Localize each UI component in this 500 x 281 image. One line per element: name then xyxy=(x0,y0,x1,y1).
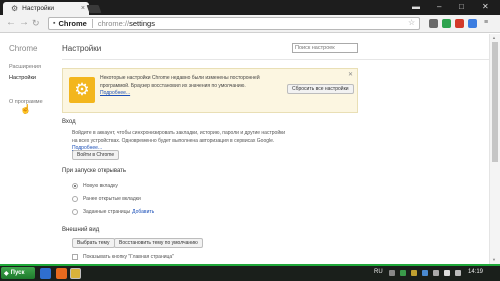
address-bar[interactable]: ▪ Chrome chrome:// settings xyxy=(48,17,420,30)
page-icon: ▪ xyxy=(53,20,56,27)
omnibox-separator xyxy=(91,19,93,28)
startup-option-pages[interactable]: Заданные страницы Добавить xyxy=(72,209,154,215)
radio-label: Ранее открытые вкладки xyxy=(83,196,141,202)
sidebar-brand: Chrome xyxy=(9,44,38,53)
tab-close-icon[interactable]: × xyxy=(81,5,85,12)
firefox-icon[interactable] xyxy=(56,268,67,279)
chrome-icon[interactable] xyxy=(70,268,81,279)
sidebar-item-extensions[interactable]: Расширения xyxy=(9,64,41,70)
tray-icon[interactable] xyxy=(455,270,461,276)
omnibox-scheme: Chrome xyxy=(58,19,87,28)
windows-flag-icon: ◆ xyxy=(4,270,9,277)
scroll-down-icon[interactable]: ▼ xyxy=(492,257,496,262)
ie-icon[interactable] xyxy=(40,268,51,279)
signin-button[interactable]: Войти в Chrome xyxy=(72,150,120,160)
notice-more-link[interactable]: Подробнее... xyxy=(100,90,130,96)
add-pages-link[interactable]: Добавить xyxy=(132,209,154,215)
notice-message: Некоторые настройки Chrome недавно были … xyxy=(100,75,260,89)
notice-text: Некоторые настройки Chrome недавно были … xyxy=(100,75,280,98)
network-icon[interactable] xyxy=(422,270,428,276)
shield-icon[interactable] xyxy=(455,19,464,28)
tray-icon[interactable] xyxy=(400,270,406,276)
start-label: Пуск xyxy=(10,270,25,276)
language-indicator[interactable]: RU xyxy=(374,269,383,275)
mouse-cursor-icon: ☝ xyxy=(20,104,32,114)
radio-selected[interactable] xyxy=(72,183,78,189)
appearance-heading: Внешний вид xyxy=(62,227,100,233)
forward-icon[interactable]: → xyxy=(19,18,29,28)
omnibox-url-path: settings xyxy=(129,19,155,28)
reset-settings-button[interactable]: Сбросить все настройки xyxy=(287,84,354,94)
signin-heading: Вход xyxy=(62,119,76,125)
radio-unselected[interactable] xyxy=(72,196,78,202)
reset-theme-button[interactable]: Восстановить тему по умолчанию xyxy=(114,238,203,248)
toolbar: ← → ↻ ▪ Chrome chrome:// settings ☆ ≡ xyxy=(0,15,500,33)
maximize-icon[interactable]: □ xyxy=(459,2,464,11)
minimize-icon[interactable]: – xyxy=(437,2,441,11)
start-button[interactable]: ◆ Пуск xyxy=(1,267,35,279)
clock[interactable]: 14:19 xyxy=(468,269,483,275)
tray-icon[interactable] xyxy=(389,270,395,276)
choose-theme-button[interactable]: Выбрать тему xyxy=(72,238,115,248)
divider xyxy=(62,59,489,60)
scroll-up-icon[interactable]: ▲ xyxy=(492,35,496,40)
close-icon[interactable]: ✕ xyxy=(482,2,489,11)
tab-settings[interactable]: ⚙ Настройки × xyxy=(3,2,89,15)
radio-label: Новую вкладку xyxy=(83,183,118,189)
startup-option-new-tab[interactable]: Новую вкладку xyxy=(72,183,118,189)
title-bar: ⚙ Настройки × ▬ – □ ✕ xyxy=(0,0,500,15)
settings-reset-notice: ⚙ Некоторые настройки Chrome недавно был… xyxy=(62,68,358,113)
user-icon[interactable]: ▬ xyxy=(412,2,420,11)
startup-heading: При запуске открывать xyxy=(62,168,127,174)
tray-icon[interactable] xyxy=(411,270,417,276)
page-title: Настройки xyxy=(62,44,102,53)
notice-close-icon[interactable]: ✕ xyxy=(348,71,353,78)
volume-icon[interactable] xyxy=(444,270,450,276)
home-button-checkbox[interactable]: Показывать кнопку "Главная страница" xyxy=(72,254,174,260)
bookmark-star-icon[interactable]: ☆ xyxy=(408,18,415,27)
signin-description: Войдите в аккаунт, чтобы синхронизироват… xyxy=(72,130,286,144)
omnibox-url-prefix: chrome:// xyxy=(97,19,130,28)
checkbox-label: Показывать кнопку "Главная страница" xyxy=(83,254,174,260)
menu-icon[interactable]: ≡ xyxy=(484,19,488,27)
search-input[interactable] xyxy=(292,43,358,53)
extension-icon[interactable] xyxy=(442,19,451,28)
scrollbar-thumb[interactable] xyxy=(492,42,498,162)
new-tab-button[interactable] xyxy=(86,5,102,13)
extension-icon[interactable] xyxy=(468,19,477,28)
settings-content: Настройки ⚙ Некоторые настройки Chrome н… xyxy=(52,34,489,264)
taskbar: ◆ Пуск RU 14:19 xyxy=(0,264,500,281)
checkbox[interactable] xyxy=(72,254,78,260)
startup-option-restore[interactable]: Ранее открытые вкладки xyxy=(72,196,141,202)
scrollbar[interactable]: ▲ ▼ xyxy=(489,34,500,264)
gear-icon: ⚙ xyxy=(69,77,95,103)
extension-icon[interactable] xyxy=(429,19,438,28)
tab-title: Настройки xyxy=(22,5,55,12)
radio-unselected[interactable] xyxy=(72,209,78,215)
settings-sidebar: Chrome Расширения Настройки О программе … xyxy=(0,34,52,264)
reload-icon[interactable]: ↻ xyxy=(32,18,40,28)
flag-icon[interactable] xyxy=(433,270,439,276)
sidebar-item-settings[interactable]: Настройки xyxy=(9,75,36,81)
back-icon[interactable]: ← xyxy=(6,18,16,28)
radio-label: Заданные страницы xyxy=(83,209,131,215)
gear-icon: ⚙ xyxy=(11,4,19,13)
